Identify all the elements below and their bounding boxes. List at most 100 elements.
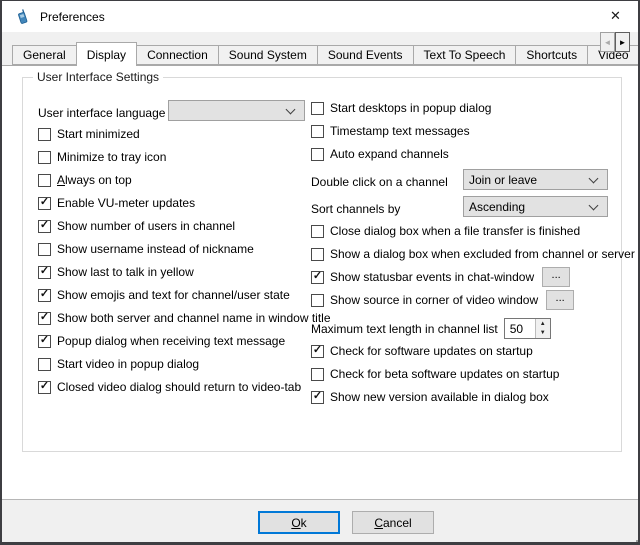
arrow-left-icon: ◄	[604, 38, 612, 47]
max-text-length-spinner[interactable]: 50 ▲ ▼	[504, 318, 551, 339]
check-icon: ✓	[40, 266, 49, 277]
checkbox-label: Show number of users in channel	[57, 219, 235, 233]
spin-down-icon[interactable]: ▼	[536, 329, 550, 339]
checkbox-row[interactable]: ✓ Timestamp text messages	[311, 121, 470, 141]
checkbox-label: Enable VU-meter updates	[57, 196, 195, 210]
ok-button-label: Ok	[291, 516, 306, 530]
timestamp-checkbox[interactable]: ✓	[311, 125, 324, 138]
sort-channels-label: Sort channels by	[311, 202, 400, 216]
checkbox-row[interactable]: ✓ Check for software updates on startup	[311, 341, 533, 361]
beta-updates-checkbox[interactable]: ✓	[311, 368, 324, 381]
window-title-checkbox[interactable]: ✓	[38, 312, 51, 325]
tab-label: Sound Events	[328, 48, 403, 62]
tab-display[interactable]: Display	[76, 42, 137, 66]
checkbox-label: Start desktops in popup dialog	[330, 101, 491, 115]
resize-grip[interactable]	[631, 535, 633, 537]
video-popup-checkbox[interactable]: ✓	[38, 358, 51, 371]
checkbox-row[interactable]: ✓ Close dialog box when a file transfer …	[311, 221, 580, 241]
checkbox-label: Check for software updates on startup	[330, 344, 533, 358]
dialog-footer: Ok Cancel	[2, 499, 638, 542]
check-icon: ✓	[40, 335, 49, 346]
checkbox-row[interactable]: ✓ Auto expand channels	[311, 144, 449, 164]
excluded-dialog-checkbox[interactable]: ✓	[311, 248, 324, 261]
last-to-talk-checkbox[interactable]: ✓	[38, 266, 51, 279]
title-bar[interactable]: Preferences ✕	[2, 1, 638, 32]
tab-shortcuts[interactable]: Shortcuts	[515, 45, 588, 65]
close-button[interactable]: ✕	[593, 1, 638, 31]
check-icon: ✓	[40, 289, 49, 300]
checkbox-row[interactable]: ✓ Check for beta software updates on sta…	[311, 364, 559, 384]
checkbox-row[interactable]: ✓ Show number of users in channel	[38, 216, 235, 236]
show-emojis-checkbox[interactable]: ✓	[38, 289, 51, 302]
tab-text-to-speech[interactable]: Text To Speech	[413, 45, 517, 65]
check-icon: ✓	[313, 345, 322, 356]
always-on-top-checkbox[interactable]: ✓	[38, 174, 51, 187]
tab-sound-events[interactable]: Sound Events	[317, 45, 414, 65]
display-tab-page: User Interface Settings User interface l…	[2, 65, 638, 499]
checkbox-label: Check for beta software updates on start…	[330, 367, 559, 381]
new-version-dialog-checkbox[interactable]: ✓	[311, 391, 324, 404]
checkbox-row[interactable]: ✓ Enable VU-meter updates	[38, 193, 195, 213]
checkbox-label: Start minimized	[57, 127, 140, 141]
tab-label: Connection	[147, 48, 208, 62]
double-click-select[interactable]: Join or leave	[463, 169, 608, 190]
spinner-value: 50	[505, 319, 535, 338]
tab-sound-system[interactable]: Sound System	[218, 45, 318, 65]
checkbox-row[interactable]: ✓ Start desktops in popup dialog	[311, 98, 491, 118]
checkbox-label: Always on top	[57, 173, 132, 187]
tab-scroll-left-button[interactable]: ◄	[600, 32, 615, 52]
checkbox-label: Show last to talk in yellow	[57, 265, 194, 279]
checkbox-row[interactable]: ✓ Minimize to tray icon	[38, 147, 166, 167]
checkbox-row[interactable]: ✓ Closed video dialog should return to v…	[38, 377, 301, 397]
cancel-button[interactable]: Cancel	[352, 511, 434, 534]
language-select[interactable]	[168, 100, 305, 121]
cancel-button-label: Cancel	[374, 516, 411, 530]
auto-expand-checkbox[interactable]: ✓	[311, 148, 324, 161]
checkbox-row[interactable]: ✓ Start minimized	[38, 124, 140, 144]
window-title: Preferences	[40, 10, 105, 24]
max-text-length-label: Maximum text length in channel list	[311, 322, 498, 336]
video-source-more-button[interactable]: ...	[546, 290, 574, 310]
ok-button[interactable]: Ok	[258, 511, 340, 534]
app-icon	[14, 9, 30, 25]
tab-general[interactable]: General	[12, 45, 77, 65]
checkbox-row[interactable]: ✓ Always on top	[38, 170, 132, 190]
checkbox-row[interactable]: ✓ Show both server and channel name in w…	[38, 308, 331, 328]
checkbox-label: Show emojis and text for channel/user st…	[57, 288, 290, 302]
spin-up-icon[interactable]: ▲	[536, 319, 550, 329]
minimize-to-tray-checkbox[interactable]: ✓	[38, 151, 51, 164]
checkbox-row[interactable]: ✓ Show a dialog box when excluded from c…	[311, 244, 635, 264]
checkbox-row[interactable]: ✓ Show source in corner of video window …	[311, 290, 574, 310]
checkbox-row[interactable]: ✓ Start video in popup dialog	[38, 354, 199, 374]
software-updates-checkbox[interactable]: ✓	[311, 345, 324, 358]
show-username-checkbox[interactable]: ✓	[38, 243, 51, 256]
checkbox-label: Timestamp text messages	[330, 124, 470, 138]
close-file-transfer-checkbox[interactable]: ✓	[311, 225, 324, 238]
video-source-corner-checkbox[interactable]: ✓	[311, 294, 324, 307]
checkbox-row[interactable]: ✓ Show emojis and text for channel/user …	[38, 285, 290, 305]
tab-label: Sound System	[229, 48, 307, 62]
checkbox-label: Minimize to tray icon	[57, 150, 166, 164]
popup-text-message-checkbox[interactable]: ✓	[38, 335, 51, 348]
checkbox-row[interactable]: ✓ Show last to talk in yellow	[38, 262, 194, 282]
closed-video-return-checkbox[interactable]: ✓	[38, 381, 51, 394]
show-user-count-checkbox[interactable]: ✓	[38, 220, 51, 233]
checkbox-label: Start video in popup dialog	[57, 357, 199, 371]
start-minimized-checkbox[interactable]: ✓	[38, 128, 51, 141]
tab-connection[interactable]: Connection	[136, 45, 219, 65]
checkbox-row[interactable]: ✓ Show statusbar events in chat-window .…	[311, 267, 570, 287]
checkbox-label: Auto expand channels	[330, 147, 449, 161]
statusbar-events-more-button[interactable]: ...	[542, 267, 570, 287]
checkbox-row[interactable]: ✓ Popup dialog when receiving text messa…	[38, 331, 285, 351]
checkbox-label: Show username instead of nickname	[57, 242, 254, 256]
desktops-popup-checkbox[interactable]: ✓	[311, 102, 324, 115]
spinner-buttons[interactable]: ▲ ▼	[535, 319, 550, 338]
tab-scroll-right-button[interactable]: ►	[615, 32, 630, 52]
sort-channels-value: Ascending	[464, 200, 590, 214]
checkbox-row[interactable]: ✓ Show new version available in dialog b…	[311, 387, 549, 407]
check-icon: ✓	[40, 220, 49, 231]
vu-meter-checkbox[interactable]: ✓	[38, 197, 51, 210]
statusbar-events-checkbox[interactable]: ✓	[311, 271, 324, 284]
checkbox-row[interactable]: ✓ Show username instead of nickname	[38, 239, 254, 259]
sort-channels-select[interactable]: Ascending	[463, 196, 608, 217]
